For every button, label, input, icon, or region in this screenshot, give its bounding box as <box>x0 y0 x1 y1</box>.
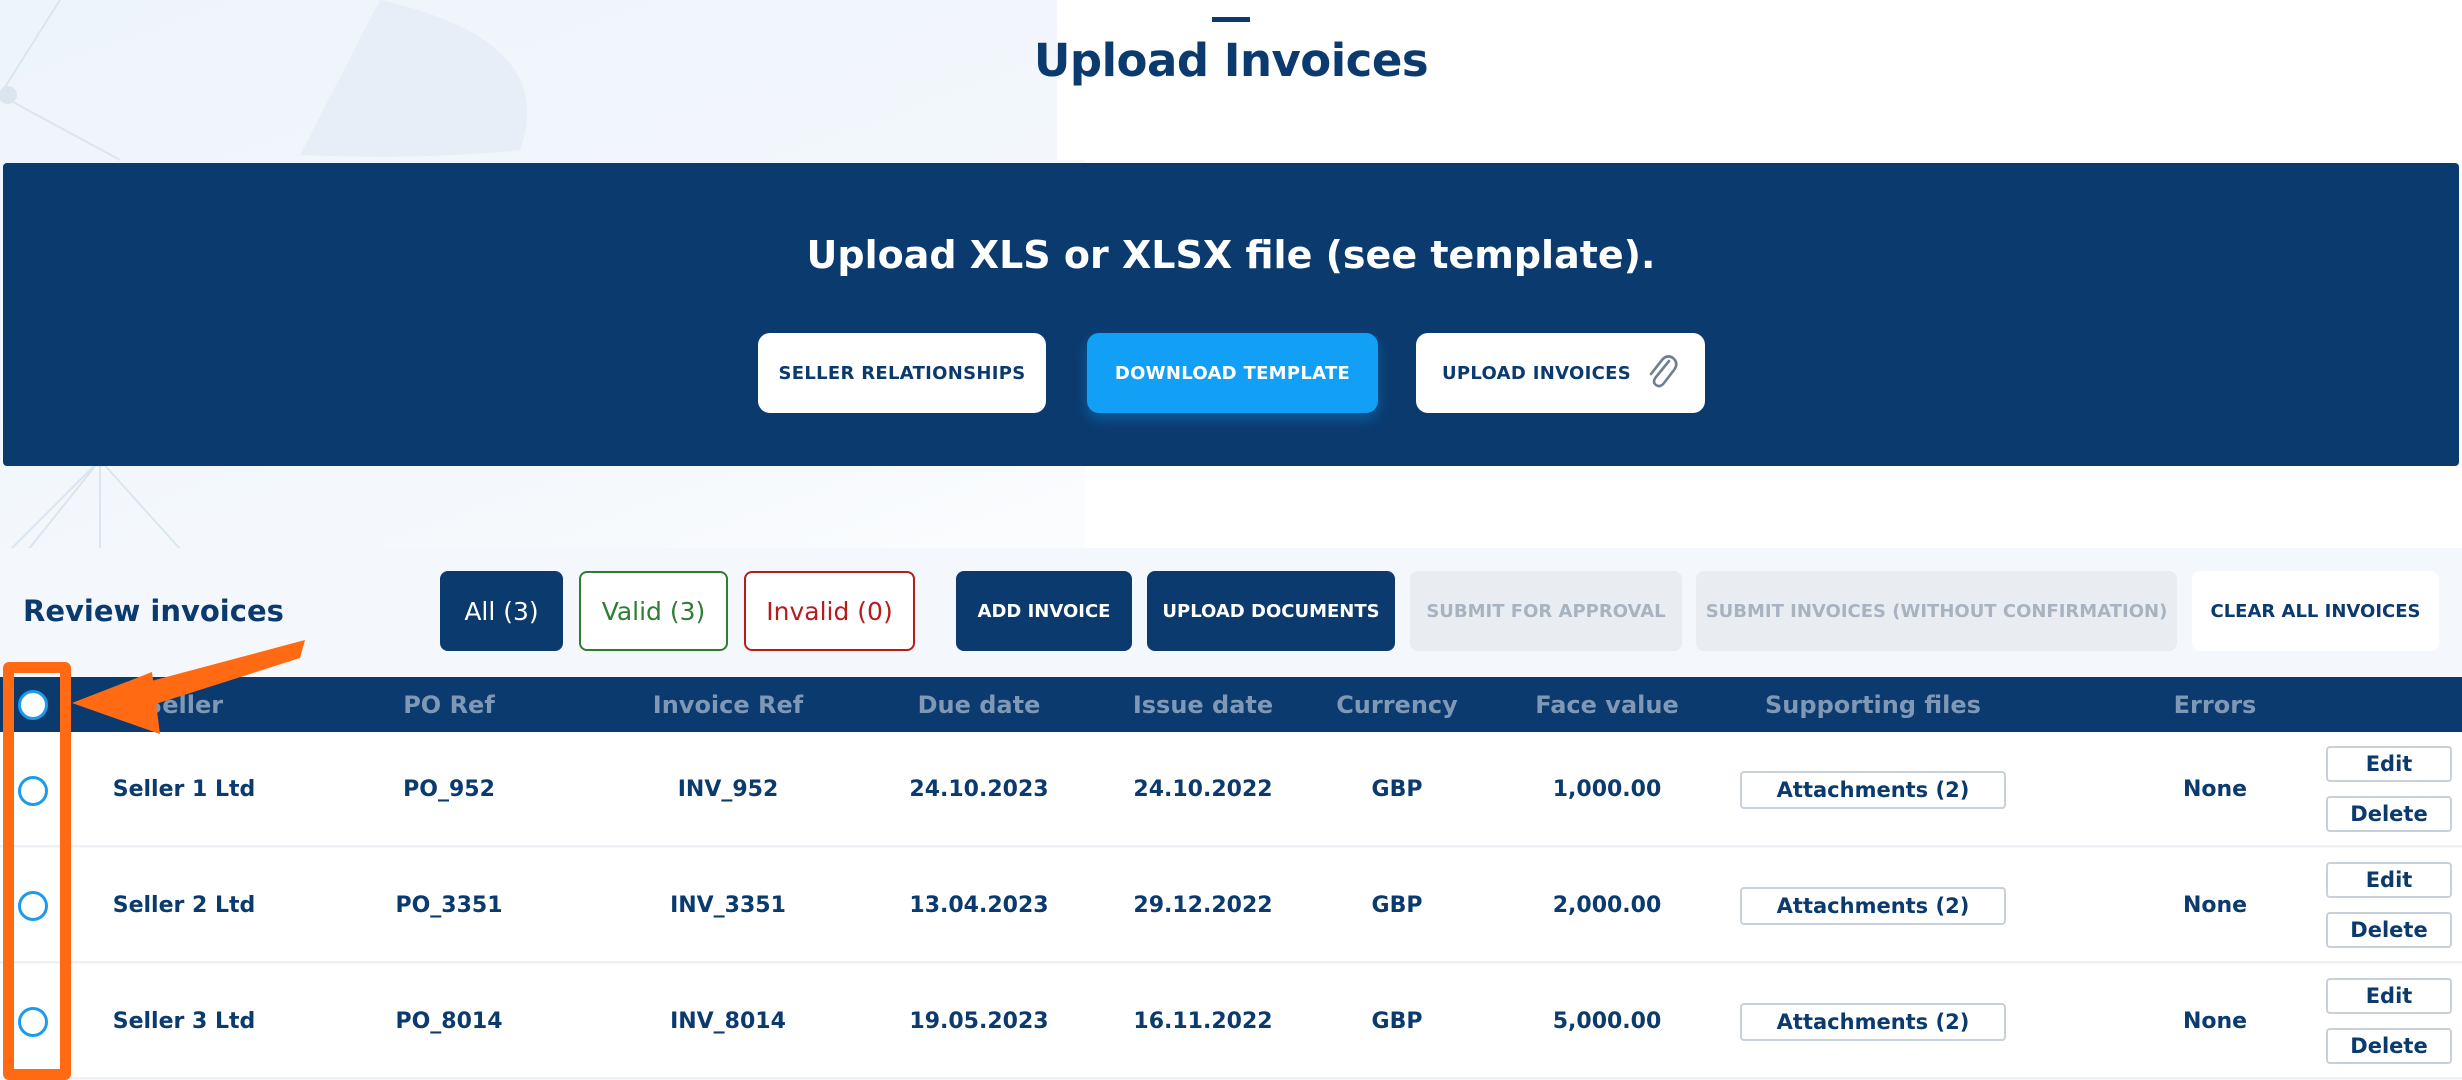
delete-button[interactable]: Delete <box>2326 796 2452 832</box>
cell-supporting-files: Attachments (2) <box>1723 848 2023 963</box>
seller-relationships-label: SELLER RELATIONSHIPS <box>778 362 1026 384</box>
clear-all-invoices-button[interactable]: CLEAR ALL INVOICES <box>2192 571 2439 651</box>
header-supporting-files: Supporting files <box>1765 690 1981 719</box>
cell-seller: Seller 2 Ltd <box>112 893 256 918</box>
cell-errors: None <box>2182 777 2248 802</box>
paperclip-icon <box>1645 351 1679 396</box>
edit-button[interactable]: Edit <box>2326 862 2452 898</box>
cell-supporting-files: Attachments (2) <box>1723 964 2023 1079</box>
cell-invoice-ref: INV_8014 <box>670 1009 786 1034</box>
cell-invoice-ref: INV_3351 <box>670 893 786 918</box>
header-face-value[interactable]: Face value <box>1507 677 1707 732</box>
filter-invalid-tab[interactable]: Invalid (0) <box>744 571 915 651</box>
table-header: Seller PO Ref Invoice Ref Due date Issue… <box>0 677 2462 732</box>
upload-banner: Upload XLS or XLSX file (see template). … <box>3 163 2459 466</box>
cell-face-value: 5,000.00 <box>1552 1009 1662 1034</box>
cell-due-date: 19.05.2023 <box>909 1009 1049 1034</box>
seller-relationships-button[interactable]: SELLER RELATIONSHIPS <box>758 333 1046 413</box>
table-row: Seller 2 Ltd PO_3351 INV_3351 13.04.2023… <box>0 848 2462 963</box>
upload-invoices-button[interactable]: UPLOAD INVOICES <box>1416 333 1705 413</box>
banner-instruction: Upload XLS or XLSX file (see template). <box>806 233 1656 277</box>
table-row: Seller 1 Ltd PO_952 INV_952 24.10.2023 2… <box>0 732 2462 847</box>
add-invoice-button[interactable]: ADD INVOICE <box>956 571 1132 651</box>
cell-due-date: 24.10.2023 <box>909 777 1049 802</box>
cell-due-date: 13.04.2023 <box>909 893 1049 918</box>
title-accent-line <box>1212 17 1250 22</box>
page-title: Upload Invoices <box>1033 34 1429 87</box>
filter-valid-tab[interactable]: Valid (3) <box>579 571 728 651</box>
cell-seller: Seller 3 Ltd <box>112 1009 256 1034</box>
cell-po-ref: PO_952 <box>403 777 495 802</box>
cell-po-ref: PO_3351 <box>395 893 503 918</box>
cell-errors: None <box>2182 1009 2248 1034</box>
cell-supporting-files: Attachments (2) <box>1723 732 2023 847</box>
header-issue-date[interactable]: Issue date <box>1103 677 1303 732</box>
cell-invoice-ref: INV_952 <box>677 777 779 802</box>
download-template-button[interactable]: DOWNLOAD TEMPLATE <box>1087 333 1378 413</box>
cell-po-ref: PO_8014 <box>395 1009 503 1034</box>
delete-button[interactable]: Delete <box>2326 1028 2452 1064</box>
upload-documents-button[interactable]: UPLOAD DOCUMENTS <box>1147 571 1395 651</box>
download-template-label: DOWNLOAD TEMPLATE <box>1114 362 1351 384</box>
cell-currency: GBP <box>1371 777 1423 802</box>
header-errors: Errors <box>2173 690 2257 719</box>
delete-button[interactable]: Delete <box>2326 912 2452 948</box>
cell-face-value: 1,000.00 <box>1552 777 1662 802</box>
cell-seller: Seller 1 Ltd <box>112 777 256 802</box>
attachments-button[interactable]: Attachments (2) <box>1740 1002 2006 1041</box>
cell-face-value: 2,000.00 <box>1552 893 1662 918</box>
upload-invoices-label: UPLOAD INVOICES <box>1442 362 1631 384</box>
pointer-arrow-icon <box>72 640 305 734</box>
cell-issue-date: 29.12.2022 <box>1133 893 1273 918</box>
attachments-button[interactable]: Attachments (2) <box>1740 770 2006 809</box>
edit-button[interactable]: Edit <box>2326 978 2452 1014</box>
filter-all-tab[interactable]: All (3) <box>440 571 563 651</box>
cell-issue-date: 24.10.2022 <box>1133 777 1273 802</box>
cell-errors: None <box>2182 893 2248 918</box>
header-currency[interactable]: Currency <box>1297 677 1497 732</box>
table-row: Seller 3 Ltd PO_8014 INV_8014 19.05.2023… <box>0 964 2462 1079</box>
header-po-ref[interactable]: PO Ref <box>349 677 549 732</box>
cell-issue-date: 16.11.2022 <box>1133 1009 1273 1034</box>
submit-for-approval-button[interactable]: SUBMIT FOR APPROVAL <box>1410 571 1682 651</box>
edit-button[interactable]: Edit <box>2326 746 2452 782</box>
submit-without-confirmation-button[interactable]: SUBMIT INVOICES (WITHOUT CONFIRMATION) <box>1696 571 2177 651</box>
cell-currency: GBP <box>1371 1009 1423 1034</box>
attachments-button[interactable]: Attachments (2) <box>1740 886 2006 925</box>
header-due-date[interactable]: Due date <box>879 677 1079 732</box>
cell-currency: GBP <box>1371 893 1423 918</box>
header-invoice-ref[interactable]: Invoice Ref <box>628 677 828 732</box>
